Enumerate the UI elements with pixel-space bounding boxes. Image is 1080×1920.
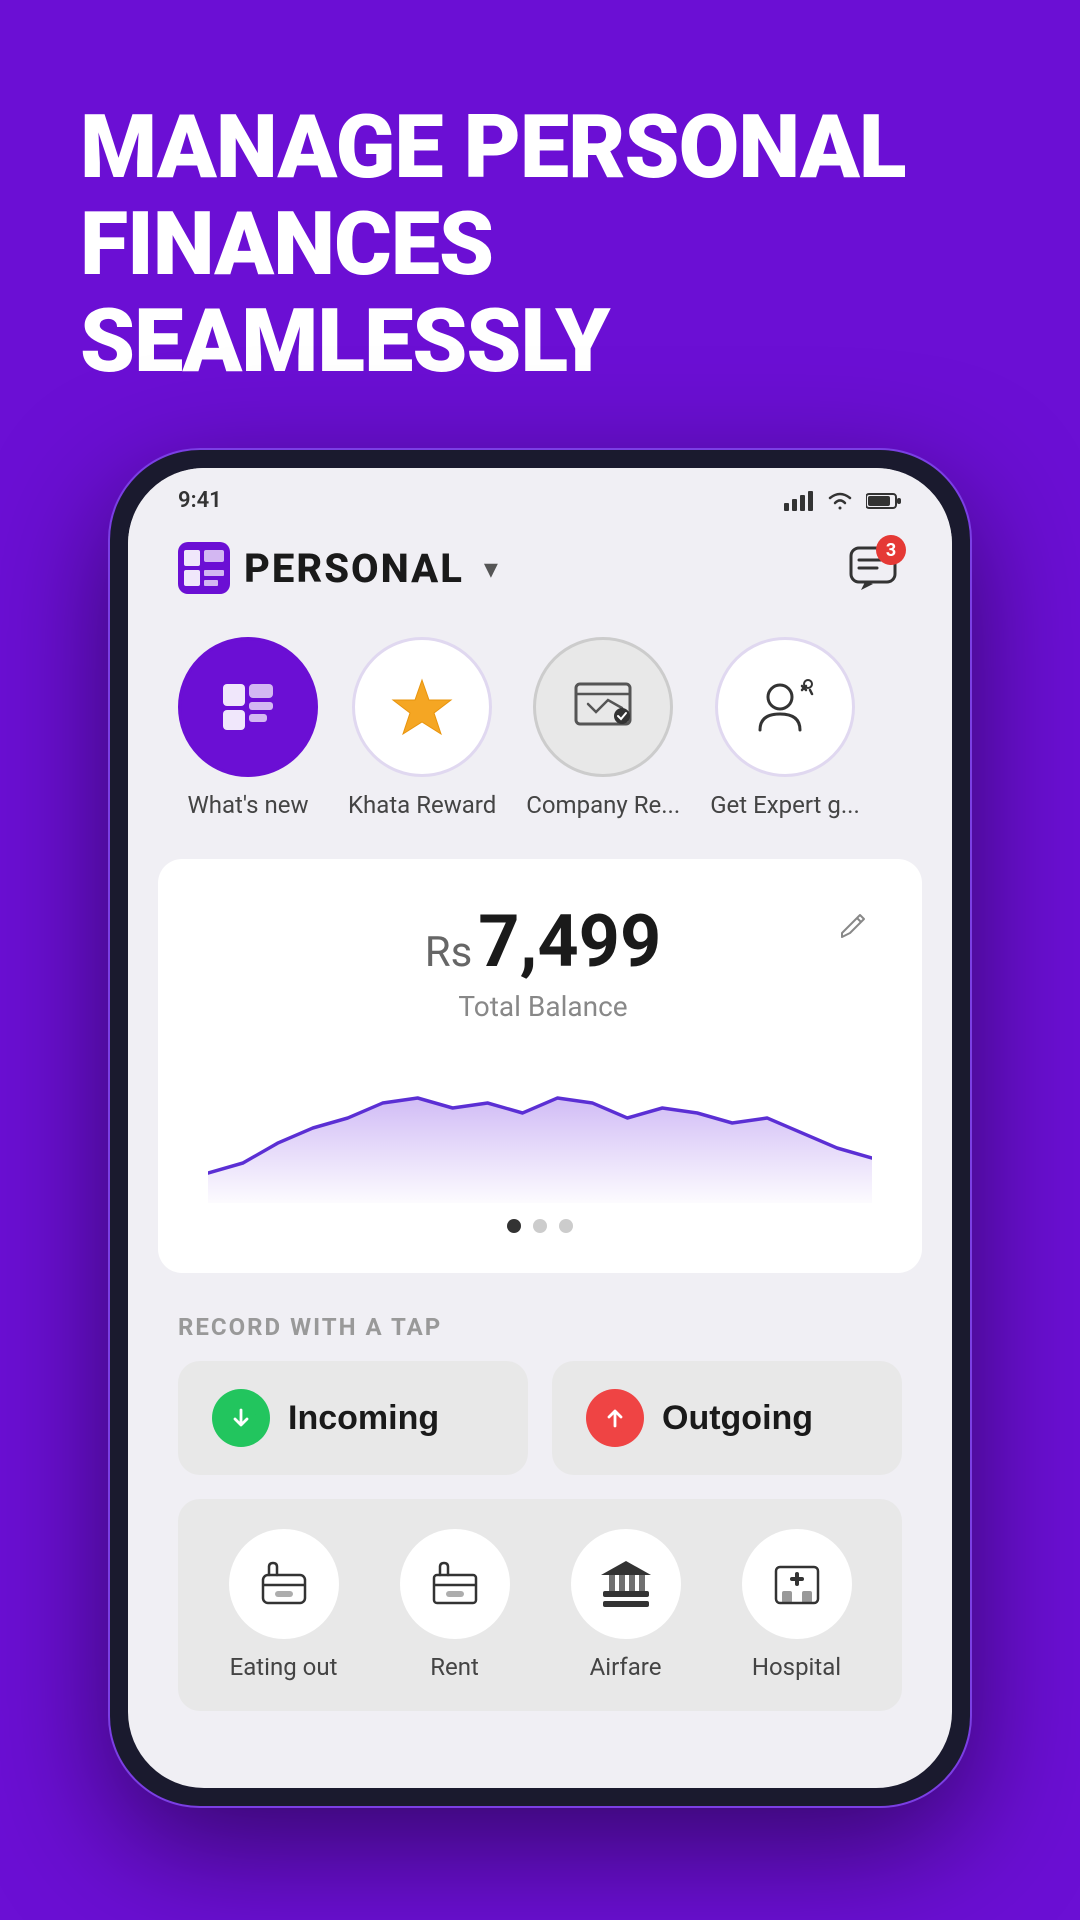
dot-2 — [533, 1219, 547, 1233]
whats-new-icon — [213, 672, 283, 742]
app-logo-icon — [178, 542, 230, 594]
dropdown-arrow-icon[interactable]: ▾ — [484, 552, 498, 585]
action-whats-new[interactable]: What's new — [178, 637, 318, 819]
record-section-label: RECORD WITH A TAP — [178, 1313, 902, 1341]
airfare-circle — [571, 1529, 681, 1639]
action-khata-reward-label: Khata Reward — [348, 791, 496, 819]
incoming-button[interactable]: Incoming — [178, 1361, 528, 1475]
status-time: 9:41 — [178, 488, 222, 513]
incoming-label: Incoming — [288, 1399, 439, 1438]
rent-label: Rent — [430, 1653, 479, 1681]
action-get-expert-label: Get Expert g... — [710, 791, 860, 819]
khata-reward-icon — [387, 672, 457, 742]
transaction-buttons: Incoming Outgoing — [178, 1361, 902, 1475]
dot-1 — [507, 1219, 521, 1233]
edit-balance-button[interactable] — [838, 907, 872, 949]
outgoing-label: Outgoing — [662, 1399, 813, 1438]
eating-out-label: Eating out — [230, 1653, 338, 1681]
hero-line1: MANAGE PERSONAL — [80, 100, 1000, 197]
action-get-expert[interactable]: Get Expert g... — [710, 637, 860, 819]
action-company-re[interactable]: Company Re... — [526, 637, 680, 819]
wifi-icon — [826, 490, 854, 512]
action-khata-reward[interactable]: Khata Reward — [348, 637, 496, 819]
company-re-icon — [568, 672, 638, 742]
notification-button[interactable]: 3 — [844, 539, 902, 597]
chart-svg — [208, 1043, 872, 1203]
record-section: RECORD WITH A TAP Incoming — [128, 1283, 952, 1731]
outgoing-button[interactable]: Outgoing — [552, 1361, 902, 1475]
action-whats-new-label: What's new — [187, 791, 308, 819]
hospital-icon — [768, 1555, 826, 1613]
balance-card: Rs7,499 Total Balance — [158, 859, 922, 1273]
edit-icon — [838, 907, 872, 941]
action-company-re-label: Company Re... — [526, 791, 680, 819]
phone-mockup: 9:41 — [110, 450, 970, 1830]
category-eating-out[interactable]: Eating out — [224, 1529, 344, 1681]
get-expert-icon — [750, 672, 820, 742]
rent-circle — [400, 1529, 510, 1639]
category-hospital[interactable]: Hospital — [737, 1529, 857, 1681]
balance-label: Total Balance — [248, 990, 838, 1023]
header-left[interactable]: PERSONAL ▾ — [178, 542, 498, 594]
hero-headline: MANAGE PERSONAL FINANCES SEAMLESSLY — [0, 0, 1080, 450]
app-header: PERSONAL ▾ 3 — [128, 523, 952, 617]
quick-actions-row: What's new Khata Reward — [128, 617, 952, 849]
incoming-icon-circle — [212, 1389, 270, 1447]
eating-out-circle — [229, 1529, 339, 1639]
balance-amount: 7,499 — [478, 899, 661, 984]
signal-icon — [784, 491, 814, 511]
hero-line2: FINANCES SEAMLESSLY — [80, 197, 1000, 391]
category-rent[interactable]: Rent — [395, 1529, 515, 1681]
incoming-arrow-icon — [225, 1402, 257, 1434]
balance-currency: Rs — [425, 928, 473, 977]
dot-3 — [559, 1219, 573, 1233]
category-grid: Eating out — [198, 1529, 882, 1681]
airfare-icon — [597, 1555, 655, 1613]
eating-out-icon — [255, 1555, 313, 1613]
pagination-dots — [208, 1219, 872, 1233]
status-icons — [784, 490, 902, 512]
battery-icon — [866, 492, 902, 510]
notification-badge: 3 — [876, 535, 906, 565]
airfare-label: Airfare — [590, 1653, 662, 1681]
balance-chart — [208, 1043, 872, 1203]
outgoing-icon-circle — [586, 1389, 644, 1447]
app-title: PERSONAL — [244, 545, 464, 592]
category-airfare[interactable]: Airfare — [566, 1529, 686, 1681]
status-bar: 9:41 — [128, 468, 952, 523]
outgoing-arrow-icon — [599, 1402, 631, 1434]
category-grid-container: Eating out — [178, 1499, 902, 1711]
hospital-circle — [742, 1529, 852, 1639]
rent-icon — [426, 1555, 484, 1613]
hospital-label: Hospital — [752, 1653, 841, 1681]
balance-display: Rs7,499 — [248, 899, 838, 984]
